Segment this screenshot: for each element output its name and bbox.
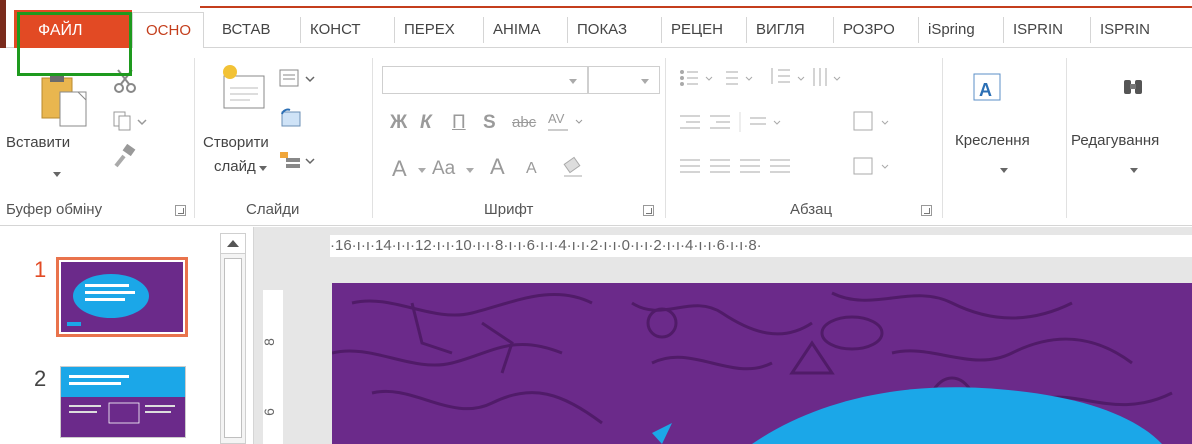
editing-dropdown-arrow[interactable] [1130, 168, 1138, 173]
cut-icon[interactable] [112, 68, 138, 98]
tab-accent-line [200, 6, 1192, 8]
clear-formatting-icon[interactable] [560, 154, 586, 184]
bold-button[interactable]: Ж [390, 112, 407, 134]
horizontal-ruler: ·16·ı·ı·14·ı·ı·12·ı·ı·10·ı·ı·8·ı·ı·6·ı·ı… [330, 235, 1192, 257]
grow-font-button[interactable]: A [490, 154, 505, 180]
tab-ispring[interactable]: iSpring [920, 12, 983, 48]
indent-icons[interactable] [678, 108, 928, 142]
paste-button[interactable]: Вставити [6, 134, 70, 151]
change-case-button[interactable]: Aa [432, 158, 455, 180]
font-name-combo[interactable] [382, 66, 588, 94]
tab-separator [918, 17, 919, 43]
clipboard-group-label: Буфер обміну [6, 201, 103, 218]
slide-thumbnail-2[interactable] [60, 366, 186, 438]
alignment-icons[interactable] [678, 152, 928, 186]
ribbon-tab-bar: ФАЙЛ ОСНО ВСТАВ КОНСТ ПЕРЕХ АНІМА ПОКАЗ … [0, 0, 1192, 49]
paste-icon[interactable] [36, 70, 96, 136]
group-separator [194, 58, 195, 218]
vruler-mark-8: 8 [260, 338, 277, 346]
tab-design[interactable]: КОНСТ [302, 12, 369, 48]
tab-slideshow[interactable]: ПОКАЗ [569, 12, 635, 48]
slides-group-label: Слайди [246, 201, 300, 218]
tab-transitions[interactable]: ПЕРЕХ [396, 12, 463, 48]
tab-separator [567, 17, 568, 43]
italic-button[interactable]: К [420, 112, 432, 134]
tab-ispring-2[interactable]: ISPRIN [1005, 12, 1071, 48]
find-binoculars-icon[interactable] [1121, 76, 1145, 104]
shrink-font-button[interactable]: A [526, 160, 537, 178]
slide-number-1: 1 [34, 257, 47, 282]
group-separator [665, 58, 666, 218]
strikethrough-button[interactable]: abc [512, 114, 536, 131]
font-group-label: Шрифт [484, 201, 534, 218]
change-case-dropdown[interactable] [466, 168, 474, 173]
bullets-icon[interactable] [678, 64, 928, 98]
group-separator [372, 58, 373, 218]
slide-number-2: 2 [34, 366, 47, 391]
char-spacing-icon[interactable]: AV [546, 110, 586, 140]
vruler-mark-6: 6 [260, 408, 277, 416]
scrollbar-thumb[interactable] [224, 258, 242, 438]
paragraph-dialog-launcher-icon[interactable] [921, 205, 932, 216]
shadow-button[interactable]: S [483, 112, 496, 134]
tab-separator [300, 17, 301, 43]
format-painter-icon[interactable] [112, 143, 138, 172]
slide-canvas[interactable] [332, 283, 1192, 444]
layout-icon[interactable] [278, 68, 318, 94]
drawing-dropdown-arrow[interactable] [1000, 168, 1008, 173]
drawing-button[interactable]: Креслення [955, 132, 1030, 149]
font-color-dropdown[interactable] [418, 168, 426, 173]
tab-ispring-3[interactable]: ISPRIN [1092, 12, 1158, 48]
vertical-ruler: 8 6 [260, 290, 283, 444]
tab-view[interactable]: ВИГЛЯ [748, 12, 813, 48]
group-separator [1066, 58, 1067, 218]
new-slide-icon[interactable] [218, 62, 268, 116]
font-color-button[interactable]: A [392, 156, 407, 182]
window-accent-line [0, 0, 6, 48]
paste-dropdown-arrow[interactable] [53, 172, 61, 177]
copy-icon[interactable] [112, 110, 148, 136]
editing-button[interactable]: Редагування [1071, 132, 1159, 149]
thumbnail-scrollbar[interactable] [220, 233, 246, 444]
tab-file[interactable]: ФАЙЛ [14, 10, 132, 48]
tab-developer[interactable]: РОЗРО [835, 12, 903, 48]
tab-home[interactable]: ОСНО [132, 12, 204, 49]
svg-text:A: A [979, 80, 992, 100]
drawing-shapes-icon[interactable]: A [970, 70, 1004, 108]
tab-animations[interactable]: АНІМА [485, 12, 549, 48]
scroll-up-arrow-icon[interactable] [221, 234, 245, 254]
reset-slide-icon[interactable] [278, 108, 304, 134]
ribbon: Вставити Буфер обміну Створити слайд Сла… [0, 48, 1192, 226]
slide-artwork [332, 283, 1192, 444]
tab-separator [746, 17, 747, 43]
font-size-combo[interactable] [588, 66, 660, 94]
new-slide-dropdown-arrow[interactable] [259, 166, 267, 171]
tab-separator [1003, 17, 1004, 43]
tab-review[interactable]: РЕЦЕН [663, 12, 731, 48]
tab-separator [661, 17, 662, 43]
tab-separator [1090, 17, 1091, 43]
clipboard-dialog-launcher-icon[interactable] [175, 205, 186, 216]
svg-text:AV: AV [548, 111, 565, 126]
tab-separator [394, 17, 395, 43]
slide-thumbnail-1[interactable] [56, 257, 188, 337]
group-separator [942, 58, 943, 218]
tab-separator [483, 17, 484, 43]
new-slide-button-line2[interactable]: слайд [214, 158, 256, 175]
section-icon[interactable] [278, 148, 318, 176]
underline-button[interactable]: П [452, 112, 466, 134]
font-dialog-launcher-icon[interactable] [643, 205, 654, 216]
new-slide-button[interactable]: Створити [203, 134, 269, 151]
tab-insert[interactable]: ВСТАВ [214, 12, 279, 48]
tab-separator [833, 17, 834, 43]
paragraph-group-label: Абзац [790, 201, 833, 218]
